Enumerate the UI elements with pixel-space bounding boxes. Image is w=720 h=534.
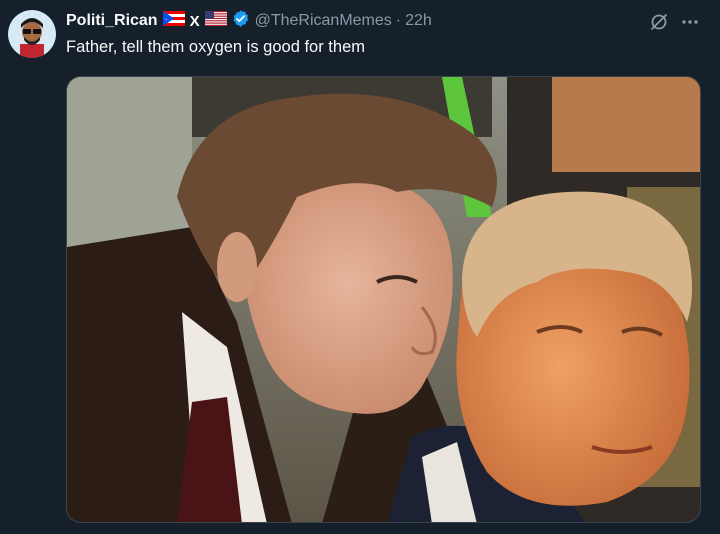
- us-flag-icon: [204, 11, 227, 31]
- avatar[interactable]: [8, 10, 56, 58]
- tweet: Politi_Rican X @TheRicanMemes · 22h Fath…: [0, 0, 720, 534]
- x-logo-icon: X: [189, 12, 200, 30]
- verified-badge-icon: [231, 9, 250, 33]
- grok-icon[interactable]: [649, 12, 669, 37]
- display-name[interactable]: Politi_Rican: [66, 12, 158, 30]
- timestamp[interactable]: 22h: [405, 12, 432, 30]
- more-icon[interactable]: [680, 12, 700, 37]
- user-handle[interactable]: @TheRicanMemes: [255, 12, 392, 30]
- tweet-text: Father, tell them oxygen is good for the…: [66, 38, 365, 56]
- puerto-rico-flag-icon: [162, 11, 185, 31]
- tweet-media-image[interactable]: [66, 76, 701, 523]
- tweet-header: Politi_Rican X @TheRicanMemes · 22h: [66, 9, 432, 33]
- separator-dot: ·: [395, 12, 402, 29]
